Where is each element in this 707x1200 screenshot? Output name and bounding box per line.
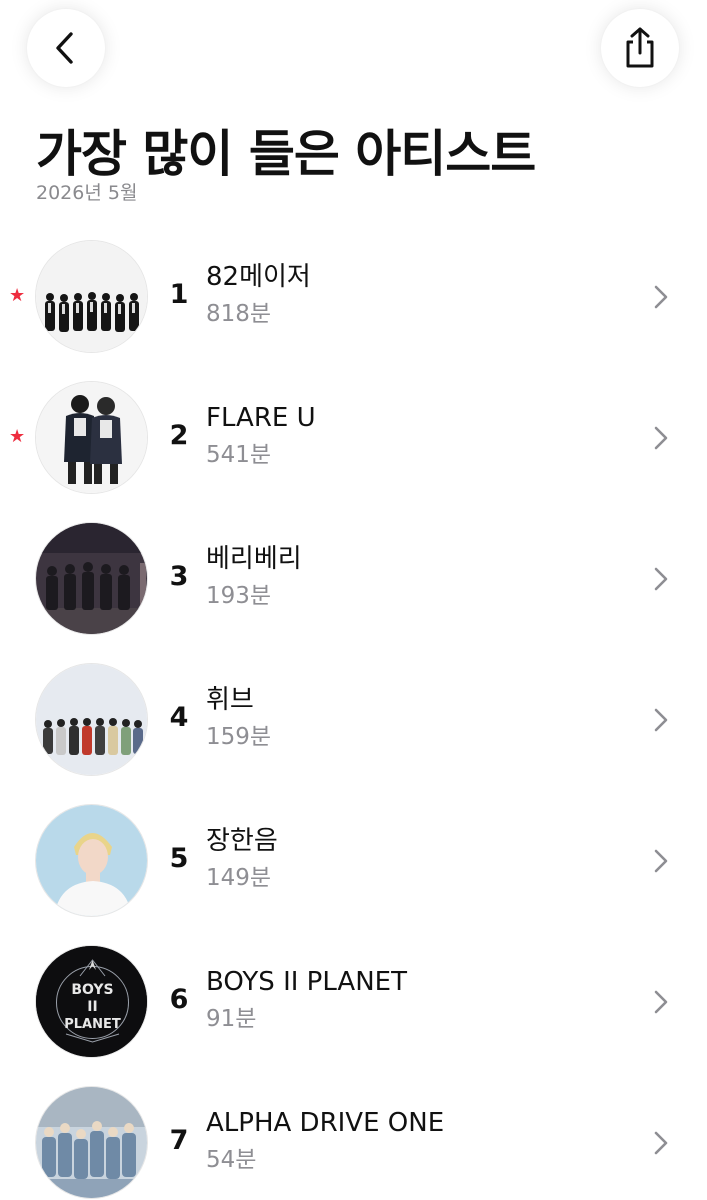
star-icon: ★ [9,426,26,447]
chevron-right-icon [654,708,668,732]
artist-name: ALPHA DRIVE ONE [206,1108,445,1138]
artist-avatar [35,1086,148,1199]
artist-avatar [35,663,148,776]
listen-minutes: 818분 [206,301,272,327]
listen-minutes: 541분 [206,442,272,468]
chevron-right-icon [654,567,668,591]
artist-name: BOYS II PLANET [206,967,407,997]
artist-avatar [35,240,148,353]
artist-avatar: BOYS II PLANET [35,945,148,1058]
artist-row[interactable]: ★ 1 82메이저 818분 [0,226,707,366]
share-button[interactable] [601,9,679,87]
rank-number: 4 [169,702,189,733]
rank-number: 3 [169,561,189,592]
listen-minutes: 149분 [206,865,272,891]
artist-name: 장한음 [206,826,278,856]
artist-name: 휘브 [206,685,254,715]
share-icon [626,27,654,68]
listen-minutes: 54분 [206,1147,257,1173]
rank-number: 6 [169,984,189,1015]
artist-avatar [35,381,148,494]
artist-avatar [35,804,148,917]
chevron-right-icon [654,426,668,450]
artist-row[interactable]: 4 휘브 159분 [0,649,707,789]
artist-name: 82메이저 [206,262,311,292]
artist-row[interactable]: BOYS II PLANET 6 BOYS II PLANET 91분 [0,931,707,1071]
chevron-right-icon [654,285,668,309]
artist-avatar [35,522,148,635]
top-bar [0,0,707,100]
rank-number: 2 [169,420,189,451]
rank-number: 7 [169,1125,189,1156]
back-button[interactable] [27,9,105,87]
artist-name: FLARE U [206,403,316,433]
boys-ii-planet-logo: BOYS II PLANET [36,946,147,1057]
rank-number: 1 [169,279,189,310]
rank-number: 5 [169,843,189,874]
svg-text:II: II [87,999,97,1015]
chevron-right-icon [654,990,668,1014]
page-title: 가장 많이 들은 아티스트 [36,125,536,183]
page-subtitle: 2026년 5월 [36,182,138,204]
chevron-right-icon [654,849,668,873]
svg-text:PLANET: PLANET [64,1017,121,1032]
artist-row[interactable]: 5 장한음 149분 [0,790,707,930]
listen-minutes: 91분 [206,1006,257,1032]
artist-name: 베리베리 [206,544,302,574]
artist-row[interactable]: 3 베리베리 193분 [0,508,707,648]
chevron-left-icon [56,32,73,64]
listen-minutes: 159분 [206,724,272,750]
listen-minutes: 193분 [206,583,272,609]
artist-row[interactable]: ★ 2 FLARE U 541분 [0,367,707,507]
svg-text:BOYS: BOYS [71,982,113,998]
artist-row[interactable]: 7 ALPHA DRIVE ONE 54분 [0,1072,707,1200]
star-icon: ★ [9,285,26,306]
chevron-right-icon [654,1131,668,1155]
